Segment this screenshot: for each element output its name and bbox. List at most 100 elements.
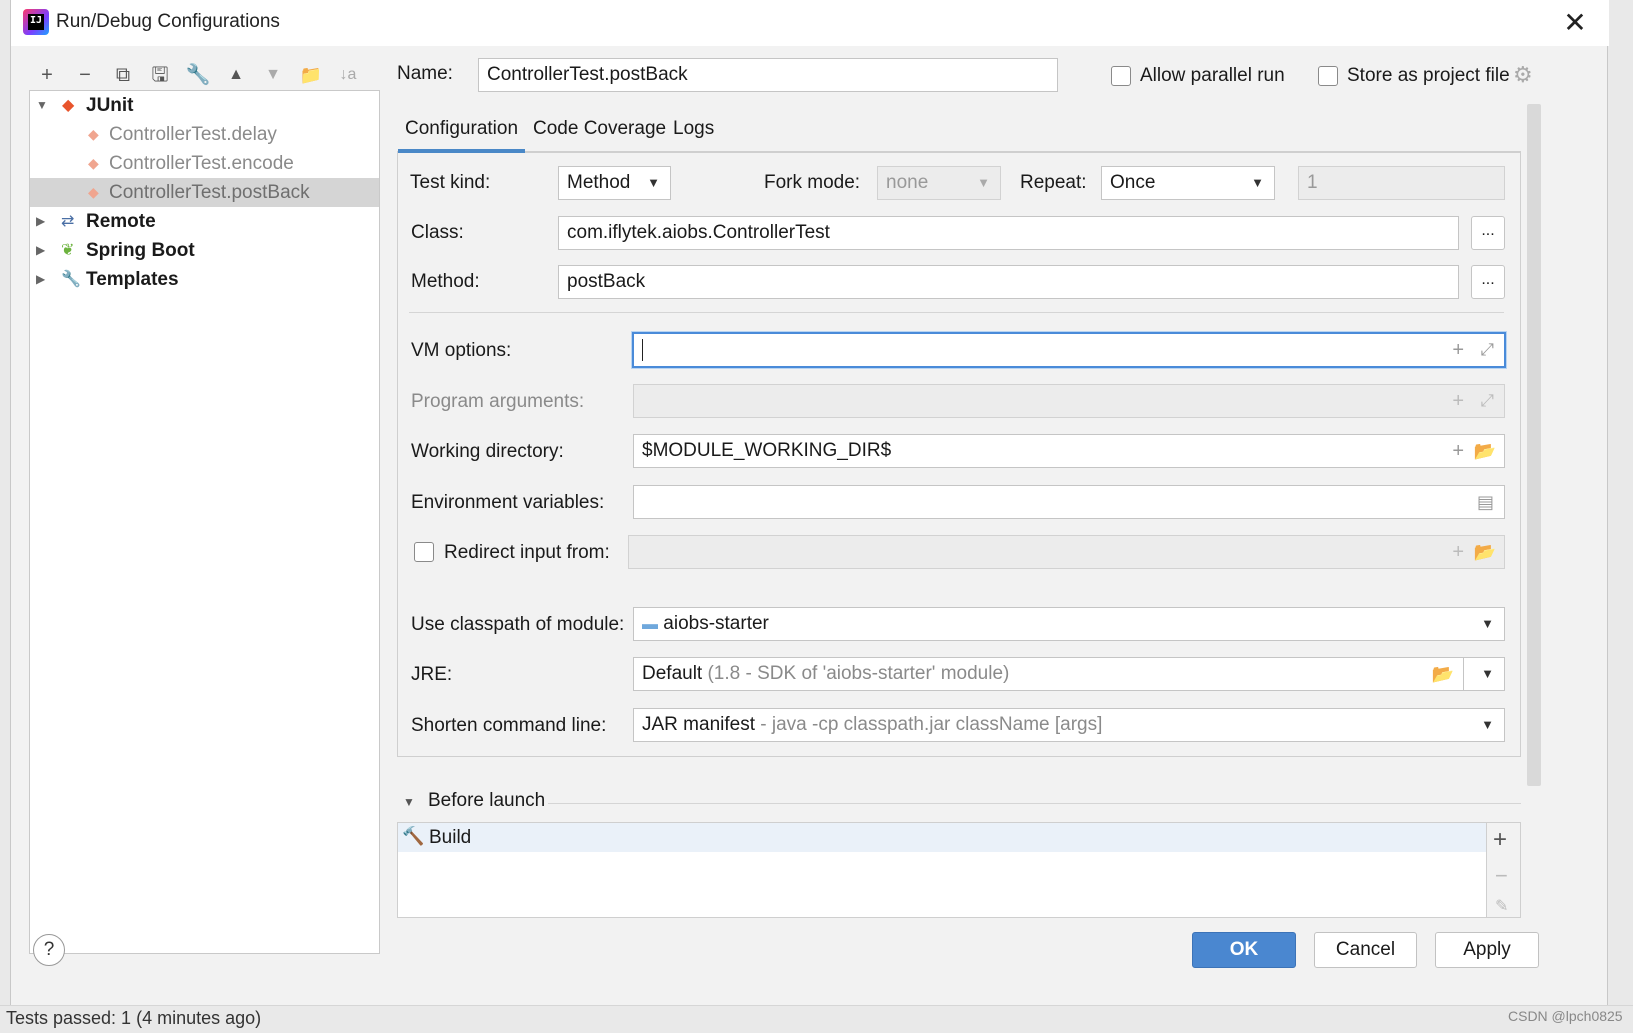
cancel-button[interactable]: Cancel [1314,932,1417,968]
collapse-arrow-icon[interactable]: ▼ [403,795,415,809]
working-dir-input[interactable]: $MODULE_WORKING_DIR$ + 📂 [633,434,1505,468]
store-project-checkbox[interactable] [1318,66,1338,86]
classpath-label: Use classpath of module: [411,614,625,635]
class-browse-button[interactable]: ... [1471,216,1505,250]
move-up-icon[interactable]: ▲ [221,60,251,90]
tree-item-label: Remote [86,211,156,232]
tree-item-spring-boot[interactable]: ▶ ❦ Spring Boot [30,236,379,265]
junit-icon: ◆ [62,97,75,114]
remove-icon[interactable]: − [1495,863,1508,889]
classpath-select[interactable]: ▬ aiobs-starter ▼ [633,607,1505,641]
plus-icon[interactable]: + [1452,385,1464,417]
expand-icon[interactable]: ⤢ [1480,385,1494,417]
apply-button[interactable]: Apply [1435,932,1539,968]
tree-item-controllertest-encode[interactable]: ◆ ControllerTest.encode [30,149,379,178]
plus-icon[interactable]: + [1452,435,1464,467]
repeat-select[interactable]: Once ▼ [1101,166,1275,200]
vm-options-label: VM options: [411,340,512,361]
shorten-cmd-label: Shorten command line: [411,715,607,736]
tree-item-remote[interactable]: ▶ ⇄ Remote [30,207,379,236]
wrench-icon: 🔧 [61,271,81,288]
name-label: Name: [397,63,453,84]
jre-hint: (1.8 - SDK of 'aiobs-starter' module) [707,663,1010,684]
edit-icon[interactable]: ✎ [1495,896,1508,916]
chevron-down-icon: ▼ [1251,175,1264,190]
working-dir-label: Working directory: [411,441,564,462]
tree-item-templates[interactable]: ▶ 🔧 Templates [30,265,379,294]
add-icon[interactable]: + [1493,826,1507,854]
copy-icon[interactable]: ⧉ [108,60,138,90]
tree-item-junit[interactable]: ▼ ◆ JUnit [30,91,379,120]
test-method-icon: ◆ [88,126,99,142]
close-button[interactable]: ✕ [1558,6,1592,40]
document-icon[interactable]: ▤ [1477,486,1494,518]
folder-icon[interactable]: 📂 [1432,658,1454,690]
tree-item-label: Spring Boot [86,240,195,261]
window-title: Run/Debug Configurations [56,11,280,32]
fork-mode-value: none [886,172,929,193]
expand-arrow-icon[interactable]: ▼ [36,91,48,120]
tab-logs[interactable]: Logs [673,118,714,140]
redirect-input-field[interactable]: + 📂 [628,535,1505,569]
repeat-label: Repeat: [1020,172,1087,193]
wrench-icon[interactable]: 🔧 [183,60,213,90]
section-divider [409,312,1504,313]
class-input[interactable]: com.iflytek.aiobs.ControllerTest [558,216,1459,250]
allow-parallel-checkbox[interactable] [1111,66,1131,86]
move-down-icon[interactable]: ▼ [258,60,288,90]
plus-icon[interactable]: + [1452,536,1464,568]
tab-code-coverage[interactable]: Code Coverage [533,118,666,140]
repeat-count-input[interactable]: 1 [1298,166,1505,200]
test-kind-value: Method [567,172,631,193]
folder-icon[interactable]: 📂 [1474,536,1496,568]
test-method-icon: ◆ [88,155,99,171]
gear-icon[interactable]: ⚙ [1513,62,1533,88]
class-label: Class: [411,222,464,243]
scrollbar[interactable] [1527,104,1541,786]
remove-icon[interactable]: − [70,60,100,90]
sort-icon[interactable]: ↓a [333,60,363,90]
configurations-tree: ▼ ◆ JUnit ◆ ControllerTest.delay ◆ Contr… [29,90,380,954]
tree-item-controllertest-delay[interactable]: ◆ ControllerTest.delay [30,120,379,149]
jre-select[interactable]: Default (1.8 - SDK of 'aiobs-starter' mo… [633,657,1505,691]
vm-options-input[interactable]: + ⤢ [632,332,1506,368]
jre-label: JRE: [411,664,453,685]
redirect-input-checkbox[interactable] [414,542,434,562]
new-folder-icon[interactable]: 📁 [296,60,326,90]
name-input[interactable]: ControllerTest.postBack [478,58,1058,92]
jre-divider [1463,658,1464,690]
plus-icon[interactable]: + [1452,334,1464,366]
text-cursor [642,338,643,361]
tree-item-controllertest-postback[interactable]: ◆ ControllerTest.postBack [30,178,379,207]
method-input[interactable]: postBack [558,265,1459,299]
expand-icon[interactable]: ⤢ [1480,334,1494,366]
before-launch-label[interactable]: Before launch [428,790,545,812]
folder-icon[interactable]: 📂 [1474,435,1496,467]
fork-mode-select[interactable]: none ▼ [877,166,1001,200]
before-launch-item[interactable] [398,823,1486,852]
shorten-cmd-select[interactable]: JAR manifest - java -cp classpath.jar cl… [633,708,1505,742]
store-project-label: Store as project file [1347,65,1510,86]
remote-icon: ⇄ [61,213,75,230]
test-method-icon: ◆ [88,184,99,200]
add-icon[interactable]: + [32,60,62,90]
chevron-down-icon[interactable]: ▼ [1481,658,1494,690]
method-browse-button[interactable]: ... [1471,265,1505,299]
ok-button[interactable]: OK [1192,932,1296,968]
jre-value: Default [642,663,703,684]
test-kind-select[interactable]: Method ▼ [558,166,671,200]
fork-mode-label: Fork mode: [764,172,861,193]
spring-boot-icon: ❦ [61,242,75,259]
before-launch-item-label: Build [429,827,472,848]
tab-configuration[interactable]: Configuration [405,118,518,140]
help-button[interactable]: ? [33,934,65,966]
collapse-arrow-icon[interactable]: ▶ [36,207,45,236]
env-vars-input[interactable]: ▤ [633,485,1505,519]
save-icon[interactable]: 🖫 [145,60,175,90]
test-kind-label: Test kind: [410,172,491,193]
tree-item-label: JUnit [86,95,134,116]
collapse-arrow-icon[interactable]: ▶ [36,265,45,294]
program-args-input[interactable]: + ⤢ [633,384,1505,418]
collapse-arrow-icon[interactable]: ▶ [36,236,45,265]
redirect-input-label: Redirect input from: [444,542,610,563]
